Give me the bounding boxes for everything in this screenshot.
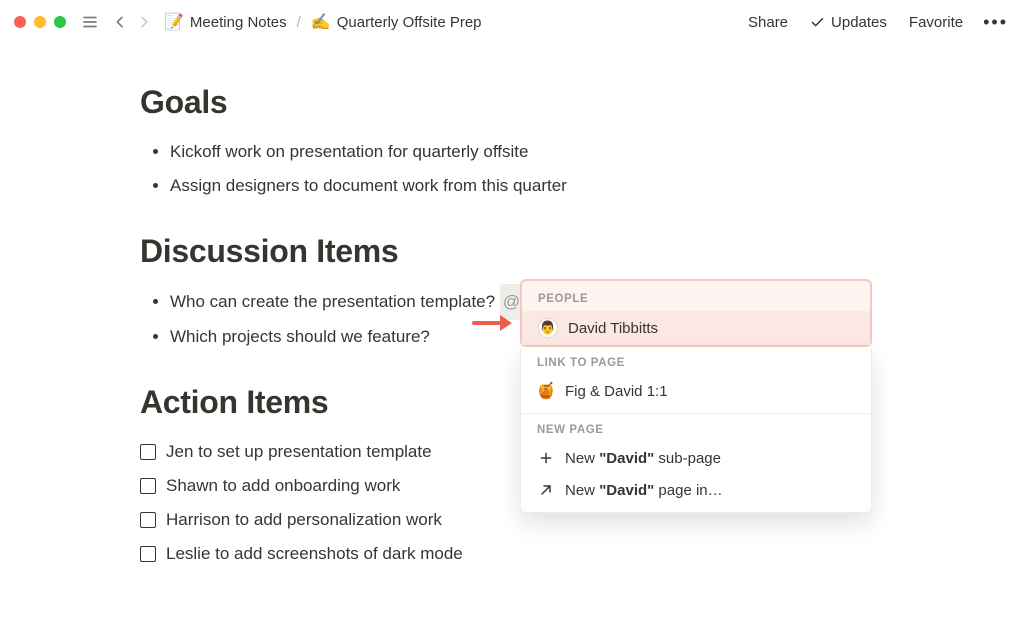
checkbox[interactable] (140, 546, 156, 562)
popover-section-label: PEOPLE (522, 289, 870, 311)
sidebar-toggle-icon[interactable] (78, 10, 102, 34)
todo-label: Leslie to add screenshots of dark mode (166, 537, 463, 571)
arrow-annotation-icon (472, 311, 512, 340)
breadcrumb-item-parent[interactable]: 📝 Meeting Notes (160, 10, 291, 34)
list-item[interactable]: Kickoff work on presentation for quarter… (170, 135, 1024, 169)
checkbox[interactable] (140, 478, 156, 494)
popover-rest: LINK TO PAGE 🍯 Fig & David 1:1 NEW PAGE … (520, 347, 872, 513)
link-page-title: Fig & David 1:1 (565, 383, 668, 400)
checkbox[interactable] (140, 444, 156, 460)
todo-label: Shawn to add onboarding work (166, 469, 400, 503)
breadcrumb: 📝 Meeting Notes / ✍️ Quarterly Offsite P… (160, 10, 486, 34)
popover-new-page-in-item[interactable]: New "David" page in… (521, 474, 871, 506)
mention-popover: PEOPLE 👨 David Tibbitts LINK TO PAGE 🍯 F… (520, 279, 872, 513)
new-page-in-label: New "David" page in… (565, 482, 723, 499)
avatar: 👨 (538, 318, 558, 338)
minimize-window-button[interactable] (34, 16, 46, 28)
topbar: 📝 Meeting Notes / ✍️ Quarterly Offsite P… (0, 0, 1024, 44)
popover-people-section: PEOPLE 👨 David Tibbitts (520, 279, 872, 347)
popover-link-page-item[interactable]: 🍯 Fig & David 1:1 (521, 375, 871, 407)
new-subpage-label: New "David" sub-page (565, 450, 721, 467)
popover-section-label: NEW PAGE (521, 420, 871, 442)
favorite-button[interactable]: Favorite (905, 12, 967, 33)
topbar-actions: Share Updates Favorite ••• (744, 12, 1010, 33)
discussion-heading: Discussion Items (140, 233, 1024, 270)
forward-button[interactable] (132, 10, 156, 34)
window-controls (14, 16, 66, 28)
page-emoji-icon: 🍯 (537, 382, 555, 400)
arrow-up-right-icon (537, 481, 555, 499)
close-window-button[interactable] (14, 16, 26, 28)
breadcrumb-label: Meeting Notes (190, 14, 287, 31)
plus-icon (537, 449, 555, 467)
todo-item[interactable]: Leslie to add screenshots of dark mode (140, 537, 1024, 571)
popover-person-item[interactable]: 👨 David Tibbitts (522, 311, 870, 345)
share-button[interactable]: Share (744, 12, 792, 33)
goals-list: Kickoff work on presentation for quarter… (170, 135, 1024, 203)
fullscreen-window-button[interactable] (54, 16, 66, 28)
page-icon: ✍️ (311, 12, 331, 32)
todo-label: Jen to set up presentation template (166, 435, 432, 469)
todo-label: Harrison to add personalization work (166, 503, 442, 537)
page-content: Goals Kickoff work on presentation for q… (0, 44, 1024, 571)
more-menu-button[interactable]: ••• (981, 12, 1010, 33)
checkbox[interactable] (140, 512, 156, 528)
back-button[interactable] (108, 10, 132, 34)
breadcrumb-label: Quarterly Offsite Prep (337, 14, 482, 31)
goals-heading: Goals (140, 84, 1024, 121)
person-name: David Tibbitts (568, 320, 658, 337)
page-icon: 📝 (164, 12, 184, 32)
check-icon (810, 15, 825, 30)
breadcrumb-separator: / (297, 14, 301, 31)
updates-button[interactable]: Updates (806, 12, 891, 33)
popover-section-label: LINK TO PAGE (521, 347, 871, 375)
popover-new-subpage-item[interactable]: New "David" sub-page (521, 442, 871, 474)
divider (521, 413, 871, 414)
breadcrumb-item-current[interactable]: ✍️ Quarterly Offsite Prep (307, 10, 486, 34)
list-item[interactable]: Assign designers to document work from t… (170, 169, 1024, 203)
item-text: Who can create the presentation template… (170, 292, 495, 311)
